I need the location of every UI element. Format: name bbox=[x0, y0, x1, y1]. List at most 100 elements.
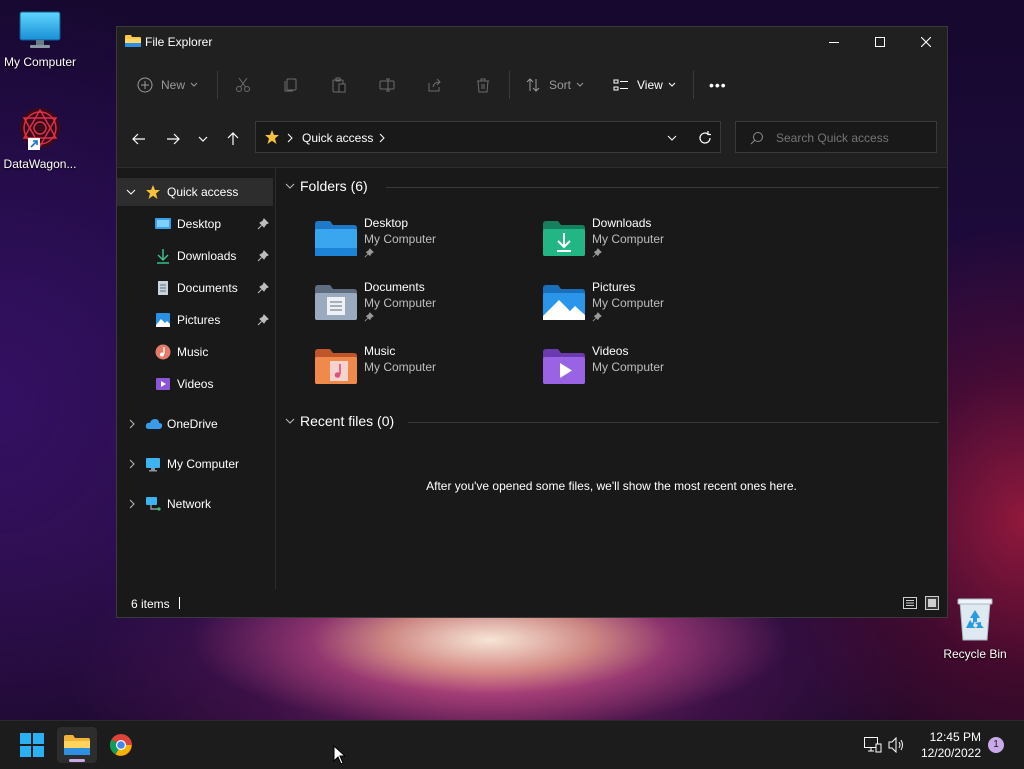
breadcrumb-chevron-icon bbox=[379, 133, 385, 143]
download-icon bbox=[157, 249, 169, 264]
folder-location: My Computer bbox=[592, 232, 665, 246]
item-count: 6 items bbox=[131, 597, 170, 611]
maximize-icon bbox=[875, 37, 885, 47]
windows-logo-icon bbox=[20, 733, 44, 757]
folder-tile-pictures[interactable]: Pictures My Computer bbox=[542, 280, 762, 336]
star-icon bbox=[146, 185, 160, 199]
sidebar-item-label: Network bbox=[167, 497, 212, 511]
chevron-right-icon bbox=[129, 459, 135, 469]
maximize-button[interactable] bbox=[857, 27, 903, 57]
section-divider bbox=[408, 422, 939, 423]
star-icon bbox=[265, 130, 279, 144]
folder-location: My Computer bbox=[364, 296, 437, 310]
chevron-down-icon bbox=[285, 183, 295, 189]
folder-tile-documents[interactable]: Documents My Computer bbox=[314, 280, 534, 336]
minimize-button[interactable] bbox=[811, 27, 857, 57]
recent-files-section-title: Recent files (0) bbox=[300, 413, 395, 429]
clock-date: 12/20/2022 bbox=[920, 746, 981, 760]
documents-folder-icon bbox=[315, 285, 357, 320]
search-box[interactable] bbox=[735, 121, 937, 153]
folder-location: My Computer bbox=[592, 296, 665, 310]
folder-name: Music bbox=[364, 344, 396, 358]
large-icons-view-icon[interactable] bbox=[925, 596, 939, 610]
folder-name: Desktop bbox=[364, 216, 409, 230]
sidebar-item-quick-access[interactable]: Quick access bbox=[117, 178, 273, 206]
volume-icon[interactable] bbox=[888, 737, 906, 753]
chevron-down-icon bbox=[668, 82, 676, 87]
details-view-icon[interactable] bbox=[903, 597, 917, 609]
close-button[interactable] bbox=[903, 27, 949, 57]
sidebar-item-videos[interactable]: Videos bbox=[117, 370, 273, 398]
pin-icon[interactable] bbox=[257, 314, 269, 326]
sidebar-item-network[interactable]: Network bbox=[117, 490, 273, 518]
clock[interactable]: 12:45 PM 12/20/2022 bbox=[921, 729, 981, 761]
search-icon bbox=[750, 132, 763, 145]
folder-icon bbox=[64, 735, 90, 755]
folder-name: Downloads bbox=[592, 216, 652, 230]
taskbar-file-explorer[interactable] bbox=[57, 727, 97, 763]
pin-icon[interactable] bbox=[257, 218, 269, 230]
folders-section-title: Folders (6) bbox=[300, 178, 368, 194]
folders-section-header[interactable]: Folders (6) bbox=[284, 178, 939, 194]
sidebar-item-onedrive[interactable]: OneDrive bbox=[117, 410, 273, 438]
chevron-right-icon bbox=[129, 419, 135, 429]
back-arrow-icon[interactable] bbox=[131, 131, 147, 147]
forward-arrow-icon[interactable] bbox=[165, 131, 181, 147]
pin-icon[interactable] bbox=[257, 250, 269, 262]
sidebar-item-downloads[interactable]: Downloads bbox=[117, 242, 273, 270]
pin-icon bbox=[592, 248, 602, 258]
refresh-icon[interactable] bbox=[698, 131, 712, 145]
share-button[interactable] bbox=[427, 71, 443, 99]
copy-button[interactable] bbox=[283, 71, 299, 99]
window-title: File Explorer bbox=[145, 35, 213, 49]
folder-tile-music[interactable]: Music My Computer bbox=[314, 344, 534, 400]
delete-button[interactable] bbox=[475, 71, 491, 99]
sidebar-item-desktop[interactable]: Desktop bbox=[117, 210, 273, 238]
new-button[interactable]: New bbox=[137, 71, 199, 99]
sidebar-item-my-computer[interactable]: My Computer bbox=[117, 450, 273, 478]
sidebar-item-documents[interactable]: Documents bbox=[117, 274, 273, 302]
up-arrow-icon[interactable] bbox=[225, 131, 241, 147]
title-bar[interactable]: File Explorer bbox=[117, 27, 947, 57]
notification-badge[interactable]: 1 bbox=[988, 737, 1004, 753]
document-icon bbox=[158, 281, 168, 295]
folder-tile-desktop[interactable]: Desktop My Computer bbox=[314, 216, 534, 272]
paste-button[interactable] bbox=[331, 71, 347, 99]
chrome-icon bbox=[110, 734, 132, 756]
search-input[interactable] bbox=[774, 128, 928, 148]
sort-button[interactable]: Sort bbox=[525, 71, 585, 99]
folder-tile-downloads[interactable]: Downloads My Computer bbox=[542, 216, 762, 272]
music-icon bbox=[155, 344, 171, 360]
sidebar-item-music[interactable]: Music bbox=[117, 338, 273, 366]
sidebar-item-pictures[interactable]: Pictures bbox=[117, 306, 273, 334]
folder-tile-videos[interactable]: Videos My Computer bbox=[542, 344, 762, 400]
network-status-icon[interactable] bbox=[864, 737, 882, 753]
cut-button[interactable] bbox=[235, 71, 251, 99]
toolbar-separator bbox=[217, 71, 218, 99]
sidebar-item-label: OneDrive bbox=[167, 417, 218, 431]
pin-icon bbox=[592, 312, 602, 322]
address-dropdown-chevron-icon[interactable] bbox=[666, 132, 678, 144]
more-options-button[interactable]: ••• bbox=[709, 71, 727, 99]
desktop-icon-datawagon[interactable]: DataWagon... bbox=[0, 106, 80, 171]
clock-time: 12:45 PM bbox=[929, 730, 981, 744]
sidebar-item-label: Videos bbox=[177, 377, 214, 391]
folder-location: My Computer bbox=[364, 232, 437, 246]
pin-icon[interactable] bbox=[257, 282, 269, 294]
active-app-indicator bbox=[69, 759, 85, 762]
view-list-icon bbox=[613, 79, 628, 91]
desktop-icon-label: Recycle Bin bbox=[943, 647, 1007, 661]
rename-button[interactable] bbox=[379, 71, 395, 99]
pictures-icon bbox=[156, 313, 170, 327]
desktop-icon-my-computer[interactable]: My Computer bbox=[0, 10, 80, 69]
taskbar-chrome[interactable] bbox=[101, 727, 141, 763]
sidebar-item-label: Desktop bbox=[177, 217, 222, 231]
address-bar[interactable]: Quick access bbox=[255, 121, 721, 153]
view-button[interactable]: View bbox=[613, 71, 677, 99]
breadcrumb-quick-access[interactable]: Quick access bbox=[302, 131, 373, 145]
sort-label: Sort bbox=[549, 78, 572, 92]
more-options-icon: ••• bbox=[709, 77, 727, 93]
recent-locations-chevron-icon[interactable] bbox=[197, 133, 209, 145]
start-button[interactable] bbox=[12, 727, 52, 763]
recent-files-section-header[interactable]: Recent files (0) bbox=[284, 413, 939, 429]
